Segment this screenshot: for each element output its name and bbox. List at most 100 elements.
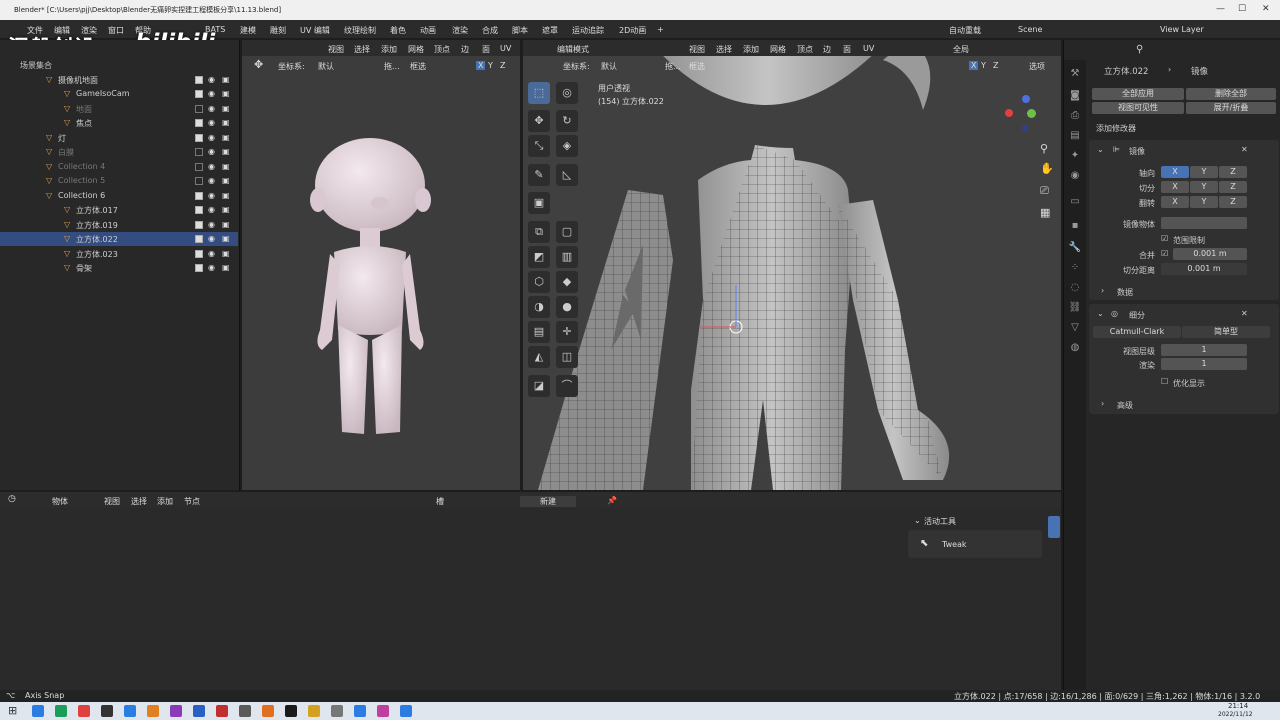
render-camera-icon[interactable]: ▣ (222, 162, 230, 171)
menu-window[interactable]: 窗口 (108, 25, 124, 36)
visibility-eye-icon[interactable]: ◉ (208, 205, 215, 214)
outliner-row[interactable]: ▽ 立方体.023 ◉ ▣ (0, 247, 238, 261)
visibility-eye-icon[interactable]: ◉ (208, 220, 215, 229)
mirror-axis-x[interactable]: X (1161, 166, 1189, 178)
zoom-icon[interactable]: ⚲ (1040, 142, 1048, 155)
taskbar-app-icon[interactable] (124, 705, 136, 717)
flip-x[interactable]: X (1161, 196, 1189, 208)
taskbar-app-icon[interactable] (239, 705, 251, 717)
taskbar-app-icon[interactable] (32, 705, 44, 717)
merge-distance-field[interactable]: 0.001 m (1173, 248, 1247, 260)
tab-shading[interactable]: 着色 (390, 25, 406, 36)
active-tool-collapse-icon[interactable]: ⌄ (914, 516, 921, 525)
cursor-tool[interactable]: ◎ (556, 82, 578, 104)
collection-tab-icon[interactable]: ▭ (1068, 196, 1082, 210)
modifier-tab-icon[interactable]: 🔧 (1068, 242, 1082, 256)
mirror-axis-z[interactable]: Z (1219, 166, 1247, 178)
maximize-button[interactable]: ☐ (1238, 4, 1246, 14)
outliner-row[interactable]: ▽ 灯 ◉ ▣ (0, 131, 238, 145)
vp2-menu-vertex[interactable]: 顶点 (797, 44, 813, 55)
bisect-x[interactable]: X (1161, 181, 1189, 193)
vp2-menu-face[interactable]: 面 (843, 44, 851, 55)
merge-checkbox-icon[interactable]: ☑ (1161, 249, 1168, 258)
vp2-mirror-x[interactable]: X (969, 61, 979, 70)
flip-y[interactable]: Y (1190, 196, 1218, 208)
outliner-row[interactable]: ▽ 立方体.019 ◉ ▣ (0, 218, 238, 232)
render-camera-icon[interactable]: ▣ (222, 133, 230, 142)
advanced-collapse-icon[interactable]: › (1101, 399, 1104, 408)
vp2-menu-add[interactable]: 添加 (743, 44, 759, 55)
editor-type-icon[interactable]: ◷ (8, 494, 16, 504)
exclude-checkbox[interactable] (195, 192, 203, 200)
taskbar-app-icon[interactable] (101, 705, 113, 717)
delete-all-button[interactable]: 删除全部 (1186, 88, 1276, 100)
advanced-subpanel[interactable]: 高级 (1117, 400, 1133, 411)
props-search-icon[interactable]: ⚲ (1136, 44, 1143, 55)
tab-2d-animation[interactable]: 2D动画 (619, 25, 646, 36)
bend-tool[interactable]: ⌒ (556, 375, 578, 397)
transform-orientation[interactable]: 全局 (953, 44, 969, 55)
render-camera-icon[interactable]: ▣ (222, 147, 230, 156)
outliner-row[interactable]: ▽ GameIsoCam ◉ ▣ (0, 87, 238, 101)
tl-menu-view[interactable]: 视图 (104, 496, 120, 507)
mirror-object-field[interactable] (1161, 217, 1247, 229)
vp2-menu-uv[interactable]: UV (863, 44, 874, 53)
smooth-tool[interactable]: ● (556, 296, 578, 318)
tab-scripting[interactable]: 脚本 (512, 25, 528, 36)
mirror-collapse-icon[interactable]: ⌄ (1097, 145, 1104, 154)
render-camera-icon[interactable]: ▣ (222, 249, 230, 258)
scene-tab-icon[interactable]: ✦ (1068, 150, 1082, 164)
knife-tool[interactable]: ⬡ (528, 271, 550, 293)
pan-icon[interactable]: ✋ (1040, 162, 1054, 175)
exclude-checkbox[interactable] (195, 206, 203, 214)
outliner-row[interactable]: ▽ 焦点 ◉ ▣ (0, 116, 238, 130)
measure-tool[interactable]: ◺ (556, 164, 578, 186)
slot-dropdown[interactable]: 槽 (436, 496, 444, 507)
vp2-menu-mesh[interactable]: 网格 (770, 44, 786, 55)
viewport-edit[interactable]: 编辑模式 视图 选择 添加 网格 顶点 边 面 UV 全局 坐标系: 默认 拖.… (523, 40, 1061, 490)
inset-tool[interactable]: ▢ (556, 221, 578, 243)
scene-selector[interactable]: Scene (1018, 25, 1042, 34)
mirror-axis-y[interactable]: Y (1190, 166, 1218, 178)
tab-rendering[interactable]: 渲染 (452, 25, 468, 36)
exclude-checkbox[interactable] (195, 119, 203, 127)
visibility-eye-icon[interactable]: ◉ (208, 234, 215, 243)
bisect-distance-field[interactable]: 0.001 m (1161, 263, 1247, 275)
visibility-eye-icon[interactable]: ◉ (208, 133, 215, 142)
constraints-tab-icon[interactable]: ⛓ (1068, 302, 1082, 316)
exclude-checkbox[interactable] (195, 221, 203, 229)
select-box-tool[interactable]: ⬚ (528, 82, 550, 104)
taskbar-app-icon[interactable] (193, 705, 205, 717)
shrink-tool[interactable]: ✛ (556, 321, 578, 343)
outliner-row[interactable]: ▽ 地面 ◉ ▣ (0, 102, 238, 116)
add-cube-tool[interactable]: ▣ (528, 192, 550, 214)
outliner-row[interactable]: ▽ Collection 5 ◉ ▣ (0, 174, 238, 188)
tab-masking[interactable]: 遮罩 (542, 25, 558, 36)
taskbar-app-icon[interactable] (262, 705, 274, 717)
move-tool[interactable]: ✥ (528, 110, 550, 132)
visibility-eye-icon[interactable]: ◉ (208, 118, 215, 127)
rip-tool[interactable]: ◫ (556, 346, 578, 368)
exclude-checkbox[interactable] (195, 250, 203, 258)
taskbar-app-icon[interactable] (147, 705, 159, 717)
bisect-z[interactable]: Z (1219, 181, 1247, 193)
rotate-tool[interactable]: ↻ (556, 110, 578, 132)
options-dropdown[interactable]: 选项 (1029, 61, 1045, 72)
subsurf-name[interactable]: 细分 (1129, 310, 1145, 321)
render-camera-icon[interactable]: ▣ (222, 234, 230, 243)
render-camera-icon[interactable]: ▣ (222, 75, 230, 84)
new-material-button[interactable]: 新建 (520, 496, 576, 507)
render-camera-icon[interactable]: ▣ (222, 118, 230, 127)
vp2-coord-dropdown[interactable]: 默认 (601, 61, 617, 72)
taskbar-app-icon[interactable] (170, 705, 182, 717)
transform-tool[interactable]: ◈ (556, 135, 578, 157)
tab-motion-tracking[interactable]: 运动追踪 (572, 25, 604, 36)
scale-tool[interactable]: ⤡ (528, 135, 550, 157)
tl-menu-add[interactable]: 添加 (157, 496, 173, 507)
exclude-checkbox[interactable] (195, 264, 203, 272)
render-camera-icon[interactable]: ▣ (222, 191, 230, 200)
tl-menu-select[interactable]: 选择 (131, 496, 147, 507)
bisect-y[interactable]: Y (1190, 181, 1218, 193)
simple-button[interactable]: 简单型 (1182, 326, 1270, 338)
spin-tool[interactable]: ◑ (528, 296, 550, 318)
